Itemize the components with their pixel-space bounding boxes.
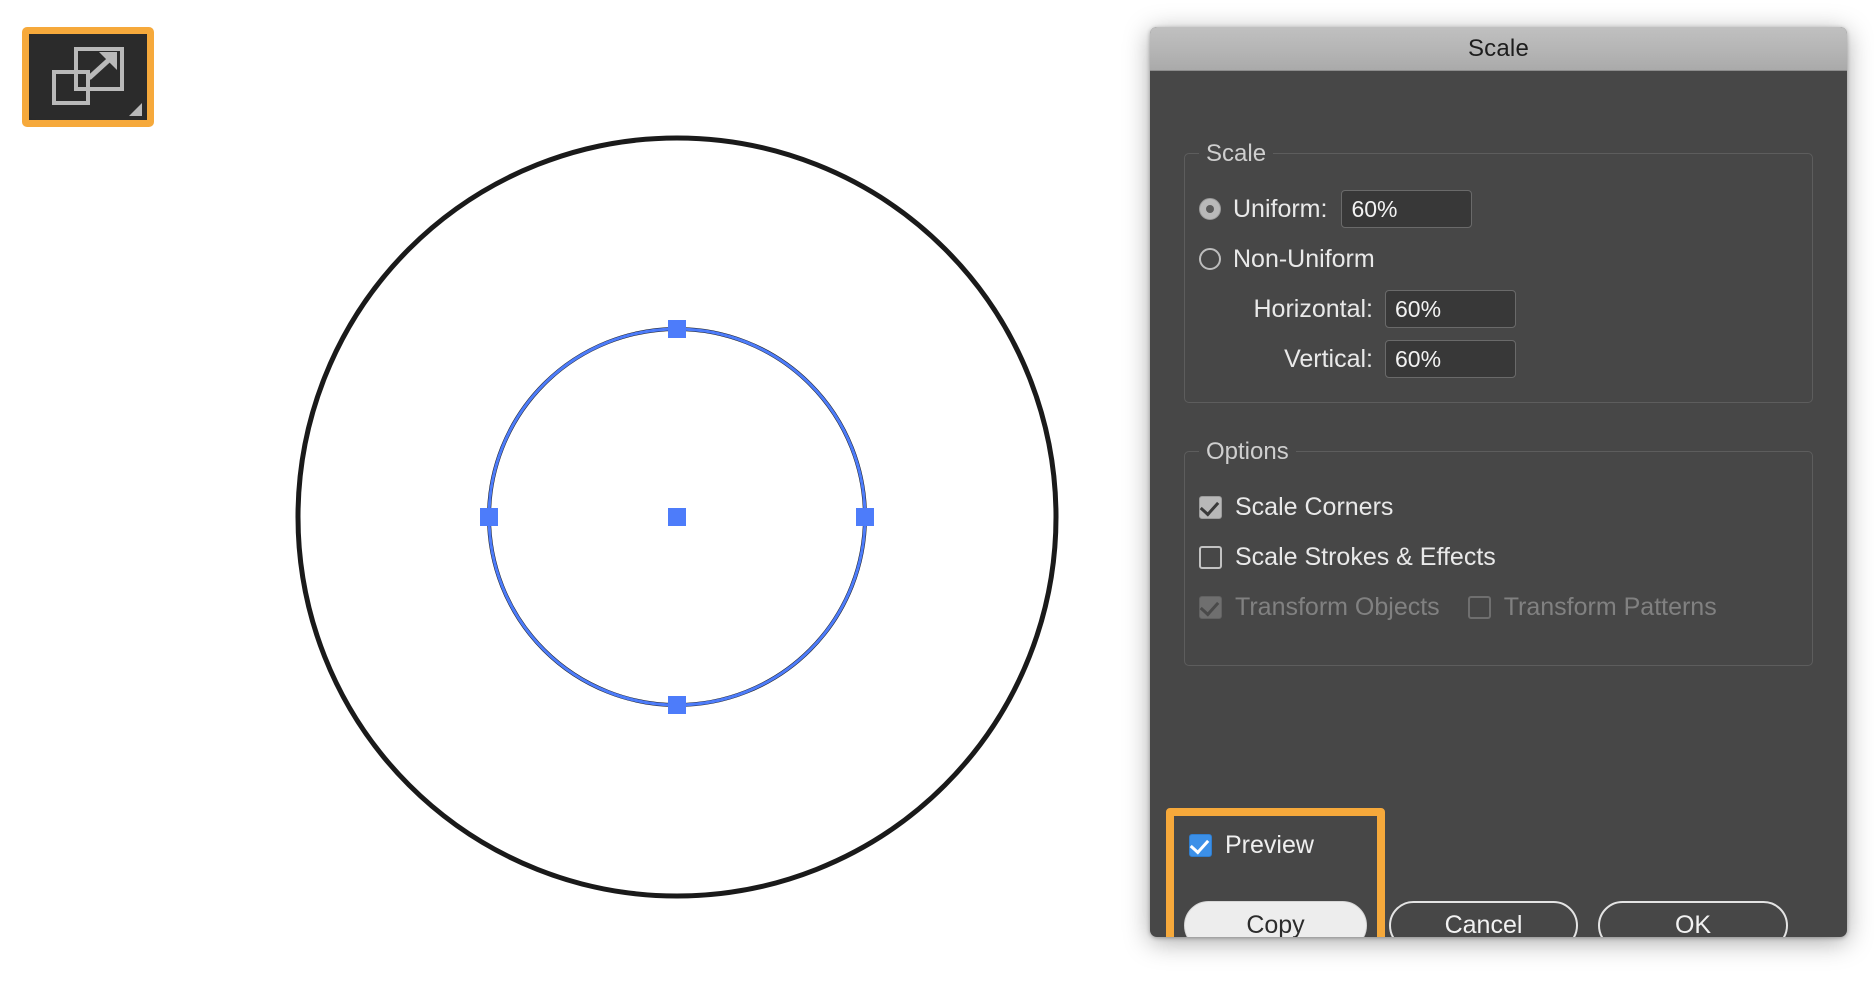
scale-dialog: Scale Scale Uniform: Non-Uniform Horizon… [1150,27,1847,937]
scale-tool-button[interactable] [29,34,147,120]
scale-corners-checkbox[interactable] [1199,496,1222,519]
scale-strokes-checkbox[interactable] [1199,546,1222,569]
check-icon [1200,496,1220,516]
preview-row[interactable]: Preview [1189,831,1314,860]
vertical-row[interactable]: Vertical: [1185,334,1812,384]
scale-tool-highlight [22,27,154,127]
scale-corners-row[interactable]: Scale Corners [1185,482,1812,532]
non-uniform-row[interactable]: Non-Uniform [1185,234,1812,284]
vertical-input[interactable] [1385,340,1516,378]
scale-tool-icon [49,46,127,108]
options-group-legend: Options [1199,438,1296,466]
scale-strokes-row[interactable]: Scale Strokes & Effects [1185,532,1812,582]
horizontal-input[interactable] [1385,290,1516,328]
check-icon [1200,596,1220,616]
non-uniform-label: Non-Uniform [1233,245,1375,274]
artboard-canvas[interactable] [0,0,1150,984]
ok-button[interactable]: OK [1598,901,1788,937]
anchor-right[interactable] [856,508,874,526]
options-group: Options Scale Corners Scale Strokes & Ef… [1184,451,1813,666]
anchor-left[interactable] [480,508,498,526]
dialog-body: Scale Uniform: Non-Uniform Horizontal: V… [1150,153,1847,937]
dialog-footer: Preview Copy Cancel OK [1184,813,1813,937]
preview-checkbox[interactable] [1189,834,1212,857]
uniform-row[interactable]: Uniform: [1185,184,1812,234]
preview-label: Preview [1225,831,1314,860]
cancel-button[interactable]: Cancel [1389,901,1578,937]
artwork-svg [0,0,1150,984]
uniform-radio[interactable] [1199,198,1221,220]
scale-group-legend: Scale [1199,140,1273,168]
uniform-label: Uniform: [1233,195,1327,224]
horizontal-row[interactable]: Horizontal: [1185,284,1812,334]
check-icon [1190,835,1210,855]
non-uniform-radio[interactable] [1199,248,1221,270]
transform-patterns-label: Transform Patterns [1504,593,1717,622]
transform-objects-checkbox [1199,596,1222,619]
transform-objects-label: Transform Objects [1235,593,1440,622]
scale-strokes-label: Scale Strokes & Effects [1235,543,1496,572]
dialog-titlebar[interactable]: Scale [1150,27,1847,71]
dialog-title: Scale [1468,35,1529,63]
button-row: Copy Cancel OK [1184,901,1788,937]
transform-patterns-checkbox [1468,596,1491,619]
anchor-top[interactable] [668,320,686,338]
scale-corners-label: Scale Corners [1235,493,1393,522]
uniform-input[interactable] [1341,190,1472,228]
tool-flyout-triangle-icon [129,103,142,116]
anchor-bottom[interactable] [668,696,686,714]
scale-group: Scale Uniform: Non-Uniform Horizontal: V… [1184,153,1813,403]
horizontal-label: Horizontal: [1185,295,1385,324]
vertical-label: Vertical: [1185,345,1385,374]
transform-row: Transform Objects Transform Patterns [1185,582,1812,632]
anchor-center[interactable] [668,508,686,526]
copy-button[interactable]: Copy [1184,901,1367,937]
